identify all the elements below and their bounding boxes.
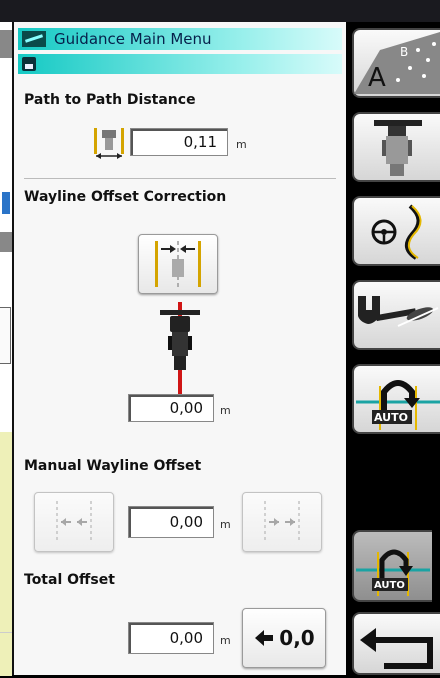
manual-offset-unit: m bbox=[220, 518, 231, 531]
wayline-offset-field[interactable]: 0,00 bbox=[128, 394, 214, 422]
sidebar-item-auto-turn[interactable]: AUTO bbox=[352, 364, 440, 434]
left-edge-strip bbox=[0, 22, 12, 676]
path-distance-field[interactable]: 0,11 bbox=[130, 128, 228, 156]
shift-right-button[interactable] bbox=[242, 492, 322, 552]
guidance-icon bbox=[22, 31, 46, 47]
manual-offset-field[interactable]: 0,00 bbox=[128, 506, 214, 538]
menu-subtitle-bar bbox=[18, 54, 342, 74]
sidebar-item-steering[interactable] bbox=[352, 196, 440, 266]
steering-wheel-icon bbox=[371, 204, 422, 260]
total-offset-field: 0,00 bbox=[128, 622, 214, 654]
ab-field-pattern-icon: A B bbox=[354, 32, 440, 94]
path-distance-unit: m bbox=[236, 138, 247, 151]
section-divider bbox=[24, 178, 336, 179]
save-icon[interactable] bbox=[22, 57, 36, 71]
left-strip-mark bbox=[0, 30, 12, 58]
ab-pattern-letter: A bbox=[368, 63, 386, 93]
wayline-offset-unit: m bbox=[220, 404, 231, 417]
back-button[interactable] bbox=[352, 612, 440, 675]
guidance-panel: Guidance Main Menu Path to Path Distance… bbox=[14, 22, 346, 675]
manual-offset-value: 0,00 bbox=[169, 513, 203, 531]
left-strip-button[interactable] bbox=[0, 307, 11, 364]
auto-turn-icon: AUTO bbox=[356, 380, 440, 430]
shift-left-button[interactable] bbox=[34, 492, 114, 552]
total-offset-unit: m bbox=[220, 634, 231, 647]
left-strip-bottom bbox=[0, 632, 12, 676]
path-distance-label: Path to Path Distance bbox=[24, 92, 196, 108]
top-status-bar bbox=[0, 0, 440, 22]
path-width-icon bbox=[94, 128, 124, 159]
auto-turn-active-icon: AUTO bbox=[356, 549, 430, 596]
left-strip-indicator bbox=[2, 192, 10, 214]
sidebar-item-tools[interactable] bbox=[352, 280, 440, 350]
ab-pattern-sup: B bbox=[400, 45, 408, 59]
manual-offset-label: Manual Wayline Offset bbox=[24, 458, 202, 474]
wayline-offset-value: 0,00 bbox=[169, 399, 203, 417]
sidebar-item-auto-turn-active[interactable]: AUTO bbox=[352, 530, 432, 602]
return-arrow-icon bbox=[360, 628, 433, 669]
recenter-wayline-button[interactable] bbox=[138, 234, 218, 294]
wrench-tools-icon bbox=[358, 296, 439, 327]
page-title: Guidance Main Menu bbox=[54, 30, 212, 48]
left-strip-mark bbox=[0, 232, 12, 252]
wayline-offset-label: Wayline Offset Correction bbox=[24, 189, 227, 205]
auto-turn-label: AUTO bbox=[374, 411, 408, 424]
total-offset-value: 0,00 bbox=[169, 629, 203, 647]
auto-turn-active-label: AUTO bbox=[374, 580, 405, 591]
right-sidebar: A B AUTO AUTO bbox=[346, 22, 440, 675]
sidebar-item-implement[interactable] bbox=[352, 112, 440, 182]
total-offset-label: Total Offset bbox=[24, 572, 115, 588]
shift-left-icon bbox=[56, 501, 92, 543]
left-strip-upper bbox=[0, 22, 12, 432]
apply-total-offset-button[interactable]: 0,0 bbox=[242, 608, 326, 668]
path-distance-value: 0,11 bbox=[183, 133, 217, 151]
shift-right-icon bbox=[264, 501, 300, 543]
arrow-left-icon bbox=[255, 630, 274, 646]
sidebar-item-ab-pattern[interactable]: A B bbox=[352, 28, 440, 98]
implement-tractor-icon bbox=[374, 120, 422, 176]
apply-offset-label: 0,0 bbox=[279, 626, 315, 650]
menu-title-bar: Guidance Main Menu bbox=[18, 28, 342, 50]
wayline-center-icon bbox=[155, 241, 201, 287]
left-strip-lower bbox=[0, 432, 12, 632]
